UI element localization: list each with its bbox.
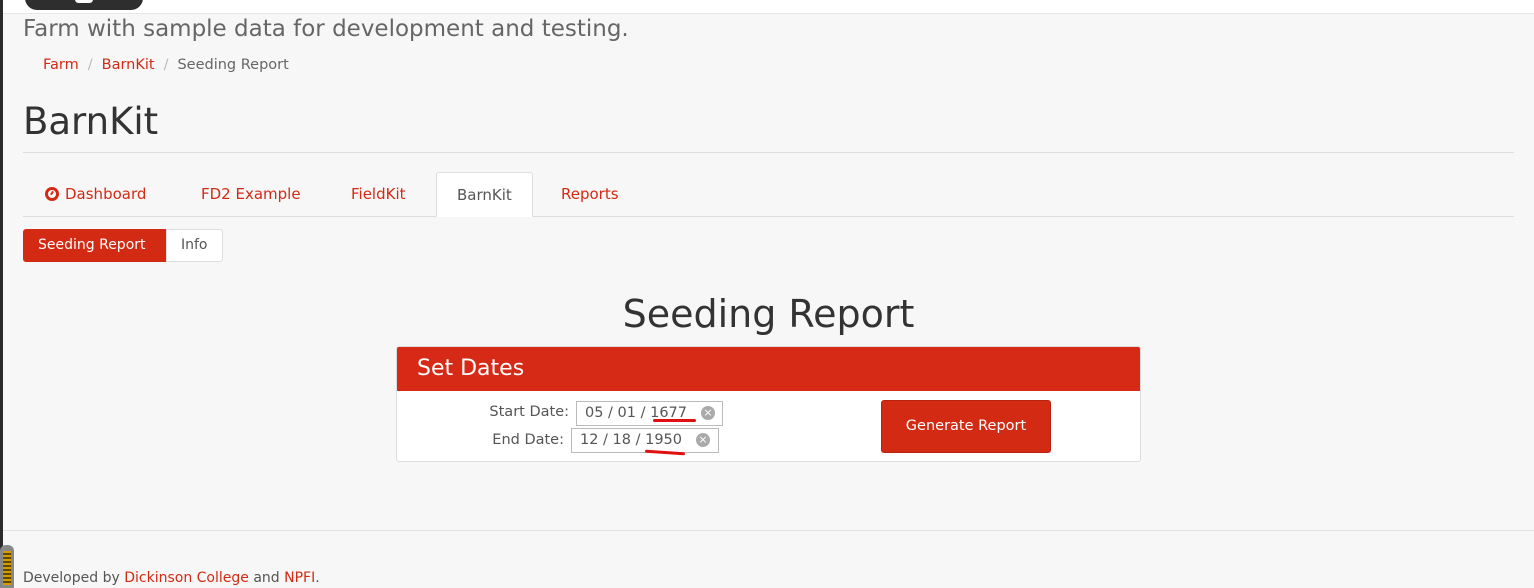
footer-and: and — [253, 570, 280, 586]
site-logo[interactable] — [25, 0, 143, 10]
site-header-bar — [3, 0, 1534, 14]
footer-credits: Developed by Dickinson College and NPFI. — [23, 570, 320, 586]
npfi-link[interactable]: NPFI — [284, 570, 315, 586]
tab-fieldkit[interactable]: FieldKit — [351, 172, 406, 217]
set-dates-panel: Set Dates Start Date: 05 / 01 / 1677 × E… — [396, 346, 1141, 462]
dickinson-college-link[interactable]: Dickinson College — [124, 570, 249, 586]
report-heading: Seeding Report — [622, 292, 915, 336]
footer-divider — [3, 530, 1534, 531]
breadcrumb-separator: / — [163, 57, 169, 73]
end-date-value: 12 / 18 / 1950 — [580, 432, 683, 448]
tab-fd2-example[interactable]: FD2 Example — [201, 172, 301, 217]
breadcrumb: Farm / BarnKit / Seeding Report — [43, 57, 289, 73]
clear-start-date-icon[interactable]: × — [701, 406, 715, 420]
footer-period: . — [315, 570, 320, 586]
footer-prefix: Developed by — [23, 570, 120, 586]
dashboard-icon — [45, 187, 59, 201]
page-title: BarnKit — [23, 100, 159, 143]
panel-title: Set Dates — [397, 347, 1140, 391]
annotation-underline — [653, 419, 696, 422]
tab-dashboard-label: Dashboard — [65, 185, 147, 203]
breadcrumb-current: Seeding Report — [177, 57, 289, 73]
browser-page: Farm with sample data for development an… — [3, 0, 1534, 588]
breadcrumb-barnkit-link[interactable]: BarnKit — [102, 57, 155, 73]
generate-report-button[interactable]: Generate Report — [881, 400, 1051, 453]
start-date-label: Start Date: — [489, 404, 569, 420]
breadcrumb-farm-link[interactable]: Farm — [43, 57, 79, 73]
clear-end-date-icon[interactable]: × — [696, 433, 710, 447]
breadcrumb-separator: / — [87, 57, 93, 73]
tab-barnkit[interactable]: BarnKit — [436, 172, 533, 217]
start-date-input[interactable]: 05 / 01 / 1677 × — [576, 401, 723, 426]
subtab-seeding-report[interactable]: Seeding Report — [23, 229, 167, 262]
window-resize-handle[interactable] — [0, 545, 14, 588]
subtab-info[interactable]: Info — [166, 229, 223, 262]
end-date-label: End Date: — [492, 432, 564, 448]
site-slogan: Farm with sample data for development an… — [23, 16, 629, 42]
title-divider — [23, 152, 1514, 153]
primary-tabs: Dashboard FD2 Example FieldKit BarnKit R… — [23, 172, 1514, 217]
tab-reports[interactable]: Reports — [561, 172, 619, 217]
tab-dashboard[interactable]: Dashboard — [45, 172, 146, 217]
